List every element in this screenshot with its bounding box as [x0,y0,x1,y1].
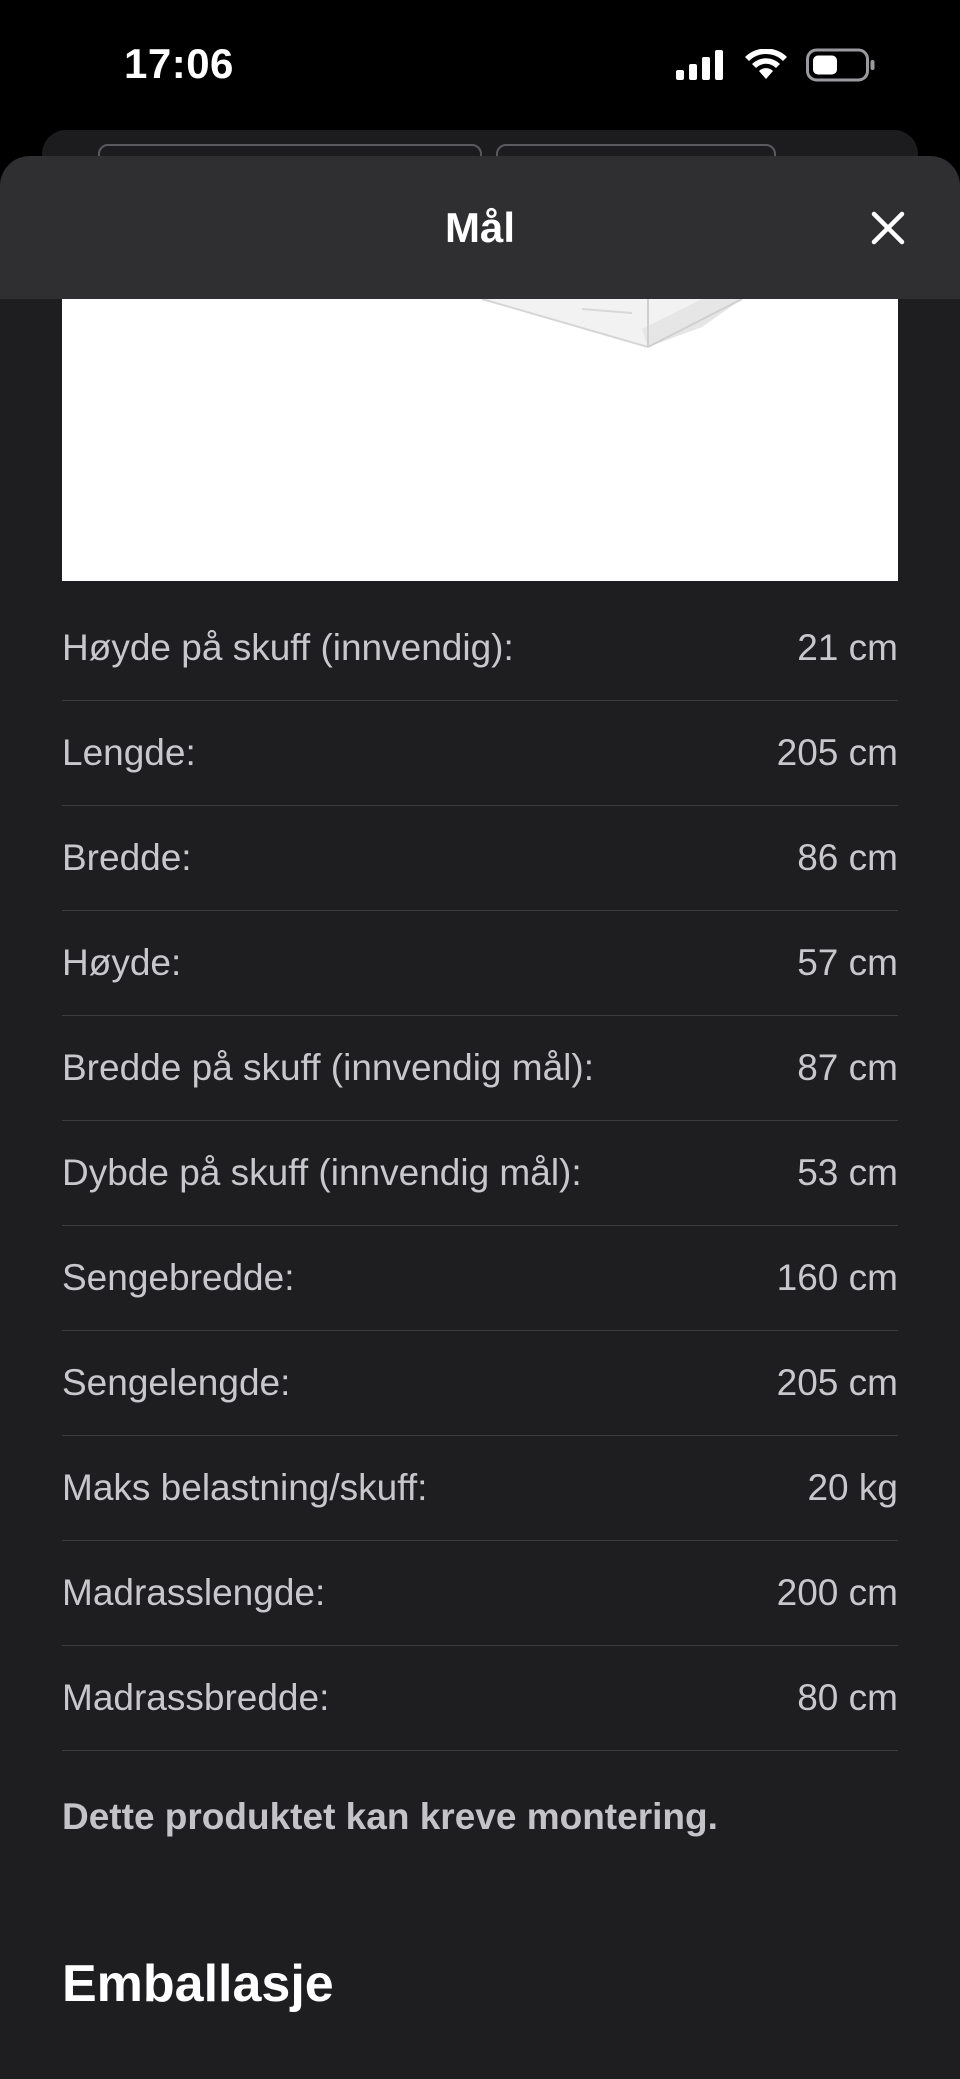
dimension-label: Madrassbredde: [62,1677,330,1718]
status-bar: 17:06 [0,0,960,130]
bed-drawer-illustration [481,299,743,348]
product-image [62,299,898,581]
dimension-label: Sengelengde: [62,1362,291,1403]
dimension-label: Bredde: [62,837,192,878]
status-time: 17:06 [124,40,234,87]
dimension-row: Madrassbredde: 80 cm [62,1646,898,1751]
dimension-value: 205 cm [776,732,898,773]
dimension-label: Sengebredde: [62,1257,295,1298]
dimensions-sheet: Mål Høyde på skuff (innvendig): 21 cm Leng… [0,156,960,2079]
status-icons [676,48,876,82]
battery-icon [806,48,875,82]
dimension-value: 86 cm [797,837,898,878]
dimension-value: 160 cm [776,1257,898,1298]
dimension-value: 21 cm [797,627,898,668]
dimension-value: 87 cm [797,1047,898,1088]
dimension-label: Høyde: [62,942,182,983]
dimension-value: 53 cm [797,1152,898,1193]
dimension-row: Bredde på skuff (innvendig mål): 87 cm [62,1016,898,1121]
sheet-header: Mål [0,156,960,299]
dimension-label: Lengde: [62,732,196,773]
dimension-row: Bredde: 86 cm [62,806,898,911]
dimension-value: 20 kg [807,1467,898,1508]
dimension-row: Lengde: 205 cm [62,701,898,806]
packaging-heading: Emballasje [62,1955,334,2013]
assembly-note: Dette produktet kan kreve montering. [62,1796,718,1837]
dimension-row: Maks belastning/skuff: 20 kg [62,1436,898,1541]
screen: 17:06 Mål Høyde på skuff (innvendig): 21… [0,0,960,2079]
dimensions-list: Høyde på skuff (innvendig): 21 cm Lengde: 2… [62,596,898,1751]
dimension-value: 200 cm [776,1572,898,1613]
dimension-label: Madrasslengde: [62,1572,326,1613]
dimension-label: Dybde på skuff (innvendig mål): [62,1152,582,1193]
dimension-row: Sengelengde: 205 cm [62,1331,898,1436]
dimension-value: 205 cm [776,1362,898,1403]
wifi-icon [745,49,787,79]
dimension-label: Bredde på skuff (innvendig mål): [62,1047,595,1088]
dimension-label: Høyde på skuff (innvendig): [62,627,514,668]
cellular-signal-icon [676,50,723,80]
dimension-row: Dybde på skuff (innvendig mål): 53 cm [62,1121,898,1226]
dimension-row: Høyde: 57 cm [62,911,898,1016]
dimension-value: 57 cm [797,942,898,983]
sheet-title: Mål [444,204,515,251]
dimension-row: Høyde på skuff (innvendig): 21 cm [62,596,898,701]
dimension-label: Maks belastning/skuff: [62,1467,428,1508]
close-icon [871,211,905,245]
dimension-row: Madrasslengde: 200 cm [62,1541,898,1646]
dimension-value: 80 cm [797,1677,898,1718]
close-button[interactable] [862,202,914,254]
dimension-row: Sengebredde: 160 cm [62,1226,898,1331]
